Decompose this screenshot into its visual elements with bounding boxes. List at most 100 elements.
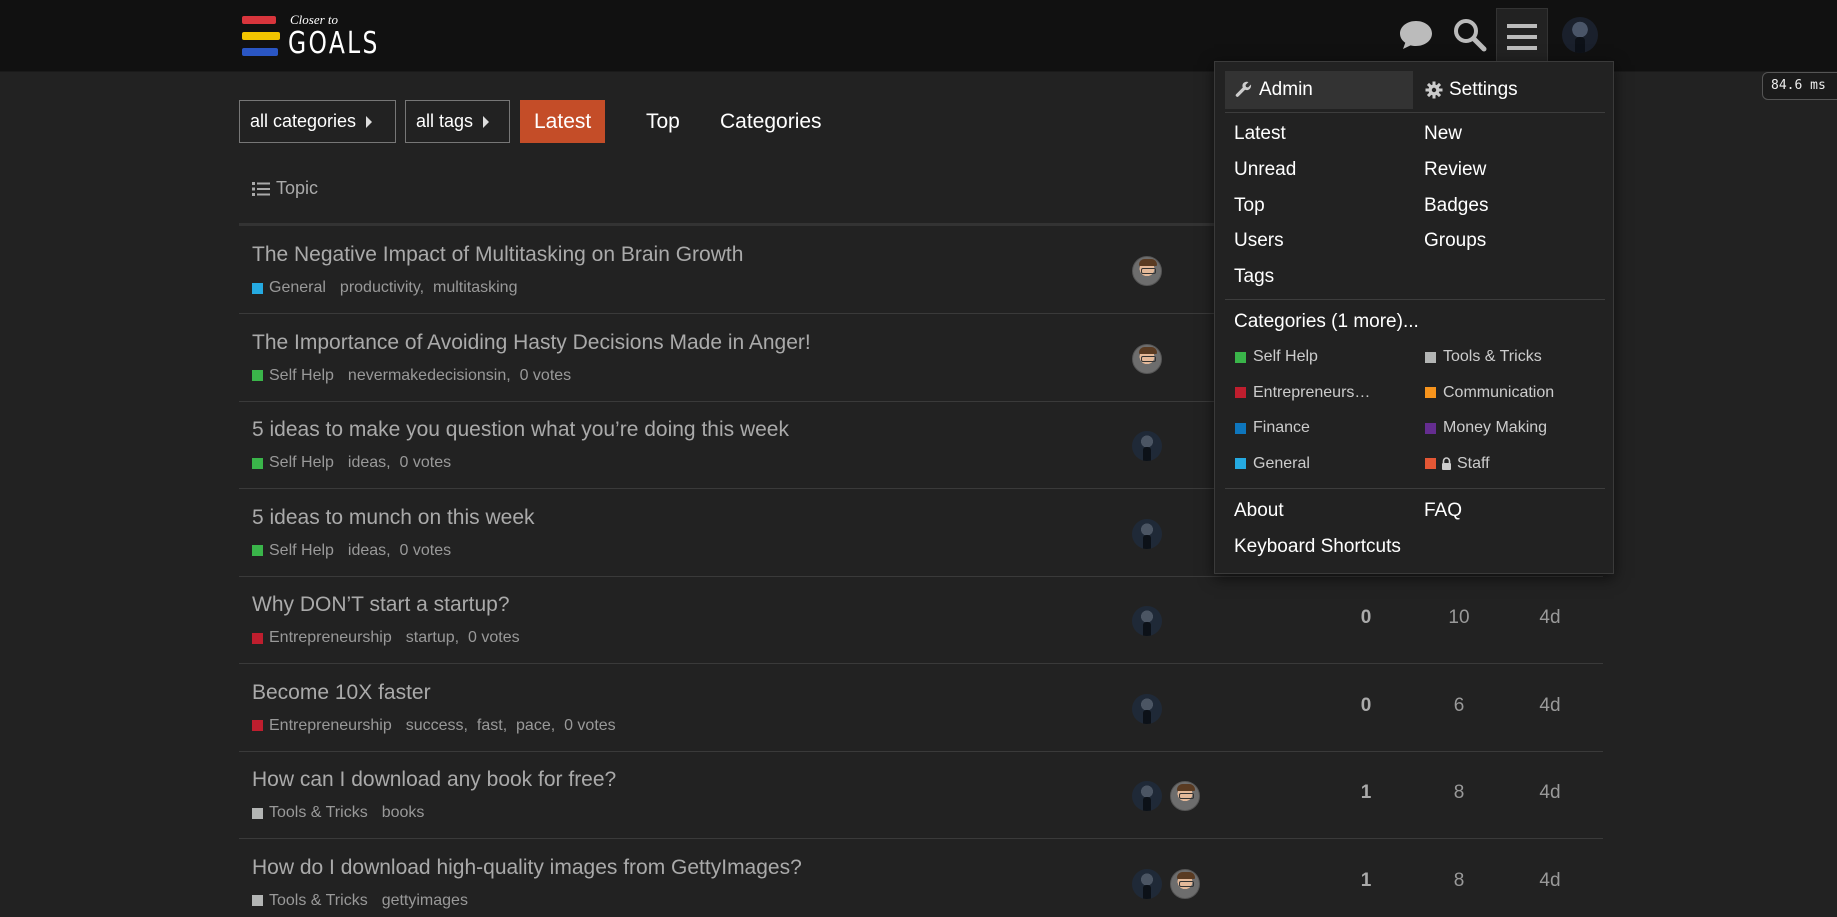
topic-tag[interactable]: nevermakedecisionsin xyxy=(348,367,506,384)
menu-link-review[interactable]: Review xyxy=(1424,159,1486,181)
topic-tags: productivity, multitasking xyxy=(340,279,518,297)
menu-category-link[interactable]: Finance xyxy=(1235,419,1310,437)
avatar[interactable] xyxy=(1170,868,1200,899)
menu-category-link[interactable]: Self Help xyxy=(1235,348,1318,366)
tag-separator: , xyxy=(419,279,433,296)
menu-link-unread[interactable]: Unread xyxy=(1234,159,1296,181)
topic-row[interactable]: How can I download any book for free? Too… xyxy=(239,752,1603,839)
topic-category-badge[interactable]: Self Help xyxy=(252,542,334,560)
topic-tag[interactable]: productivity xyxy=(340,279,420,296)
topic-category-badge[interactable]: Tools & Tricks xyxy=(252,892,368,910)
menu-settings-link[interactable]: Settings xyxy=(1425,71,1518,109)
topic-meta: Self Help ideas, 0 votes xyxy=(252,542,451,560)
topic-tag[interactable]: fast xyxy=(477,717,503,734)
menu-category-link[interactable]: Communication xyxy=(1425,384,1554,402)
tab-categories[interactable]: Categories xyxy=(706,100,836,143)
menu-link-groups[interactable]: Groups xyxy=(1424,230,1486,252)
avatar[interactable] xyxy=(1132,431,1162,461)
categories-dropdown[interactable]: all categories xyxy=(239,100,396,143)
avatar[interactable] xyxy=(1132,781,1162,811)
avatar[interactable] xyxy=(1132,518,1162,549)
hamburger-menu-icon[interactable] xyxy=(1496,8,1548,64)
topic-title-link[interactable]: 5 ideas to make you question what you’re… xyxy=(252,418,789,442)
menu-link-new[interactable]: New xyxy=(1424,123,1462,145)
topic-activity[interactable]: 4d xyxy=(1520,607,1580,629)
avatar[interactable] xyxy=(1132,343,1162,374)
topic-category-badge[interactable]: Self Help xyxy=(252,367,334,385)
menu-link-tags[interactable]: Tags xyxy=(1234,266,1274,288)
topic-tag[interactable]: 0 votes xyxy=(400,542,452,559)
topic-category-badge[interactable]: Entrepreneurship xyxy=(252,629,392,647)
menu-categories-link[interactable]: Categories (1 more)... xyxy=(1234,311,1419,333)
topic-category-badge[interactable]: Tools & Tricks xyxy=(252,804,368,822)
topic-title-link[interactable]: How can I download any book for free? xyxy=(252,768,616,792)
topic-meta: Entrepreneurship startup, 0 votes xyxy=(252,629,520,647)
menu-admin-link[interactable]: Admin xyxy=(1225,71,1413,109)
menu-category-link[interactable]: General xyxy=(1235,455,1310,473)
user-avatar[interactable] xyxy=(1556,12,1604,58)
menu-category-name: Self Help xyxy=(1253,348,1318,365)
tab-latest[interactable]: Latest xyxy=(520,100,606,143)
topic-tag[interactable]: 0 votes xyxy=(400,454,452,471)
topic-title-link[interactable]: The Importance of Avoiding Hasty Decisio… xyxy=(252,331,811,355)
menu-category-link[interactable]: Money Making xyxy=(1425,419,1547,437)
topic-title-link[interactable]: The Negative Impact of Multitasking on B… xyxy=(252,243,743,267)
category-name: Tools & Tricks xyxy=(269,804,368,821)
tags-dropdown-label: all tags xyxy=(416,111,474,131)
avatar[interactable] xyxy=(1170,781,1200,811)
topic-tag[interactable]: books xyxy=(382,804,425,821)
topic-tag[interactable]: 0 votes xyxy=(520,367,572,384)
topic-category-badge[interactable]: General xyxy=(252,279,326,297)
menu-link-top[interactable]: Top xyxy=(1234,195,1265,217)
topic-category-badge[interactable]: Self Help xyxy=(252,454,334,472)
menu-link-keyboard-shortcuts[interactable]: Keyboard Shortcuts xyxy=(1234,536,1401,558)
chat-icon[interactable] xyxy=(1392,12,1440,58)
topic-tag[interactable]: ideas xyxy=(348,454,386,471)
menu-link-about[interactable]: About xyxy=(1234,500,1284,522)
menu-link-users[interactable]: Users xyxy=(1234,230,1284,252)
category-color-swatch xyxy=(252,545,263,556)
topic-activity[interactable]: 4d xyxy=(1520,782,1580,804)
tab-top[interactable]: Top xyxy=(632,100,694,143)
category-name: Self Help xyxy=(269,541,334,559)
avatar[interactable] xyxy=(1132,693,1162,724)
topic-tag[interactable]: gettyimages xyxy=(382,892,468,909)
avatar[interactable] xyxy=(1132,256,1162,286)
topic-activity[interactable]: 4d xyxy=(1520,695,1580,717)
category-name: Entrepreneurship xyxy=(269,629,392,646)
topic-title-link[interactable]: Why DON’T start a startup? xyxy=(252,593,510,617)
tag-separator: , xyxy=(506,366,520,384)
menu-divider xyxy=(1225,488,1605,489)
topic-tag[interactable]: 0 votes xyxy=(564,717,616,734)
menu-link-faq[interactable]: FAQ xyxy=(1424,500,1462,522)
topic-tag[interactable]: ideas xyxy=(348,542,386,559)
topic-row[interactable]: How do I download high-quality images fr… xyxy=(239,840,1603,917)
topic-replies-count: 0 xyxy=(1360,694,1372,716)
avatar[interactable] xyxy=(1132,868,1162,899)
topic-posters xyxy=(1132,781,1200,811)
menu-category-link[interactable]: Entrepreneurs… xyxy=(1235,384,1370,402)
menu-link-badges[interactable]: Badges xyxy=(1424,195,1488,217)
search-icon[interactable] xyxy=(1446,12,1494,58)
menu-category-link[interactable]: Tools & Tricks xyxy=(1425,348,1542,366)
topic-title-link[interactable]: 5 ideas to munch on this week xyxy=(252,506,535,530)
topic-row[interactable]: Why DON’T start a startup? Entrepreneursh… xyxy=(239,577,1603,664)
category-color-swatch xyxy=(1425,387,1436,398)
topic-row[interactable]: Become 10X faster Entrepreneurship success… xyxy=(239,665,1603,752)
topic-tag[interactable]: multitasking xyxy=(433,279,517,296)
topic-title-link[interactable]: How do I download high-quality images fr… xyxy=(252,856,802,880)
tags-dropdown[interactable]: all tags xyxy=(405,100,510,143)
topic-tag[interactable]: pace xyxy=(516,717,551,734)
topic-category-badge[interactable]: Entrepreneurship xyxy=(252,717,392,735)
topic-column-header[interactable]: Topic xyxy=(252,178,318,199)
menu-link-latest[interactable]: Latest xyxy=(1234,123,1286,145)
site-logo[interactable]: Closer to GOALS xyxy=(240,12,390,62)
topic-tag[interactable]: success xyxy=(406,717,464,734)
topic-tag[interactable]: startup xyxy=(406,629,455,646)
category-color-swatch xyxy=(1235,387,1246,398)
topic-tag[interactable]: 0 votes xyxy=(468,629,520,646)
topic-title-link[interactable]: Become 10X faster xyxy=(252,681,431,705)
topic-activity[interactable]: 4d xyxy=(1520,870,1580,892)
menu-category-link[interactable]: Staff xyxy=(1425,455,1490,473)
avatar[interactable] xyxy=(1132,606,1162,636)
